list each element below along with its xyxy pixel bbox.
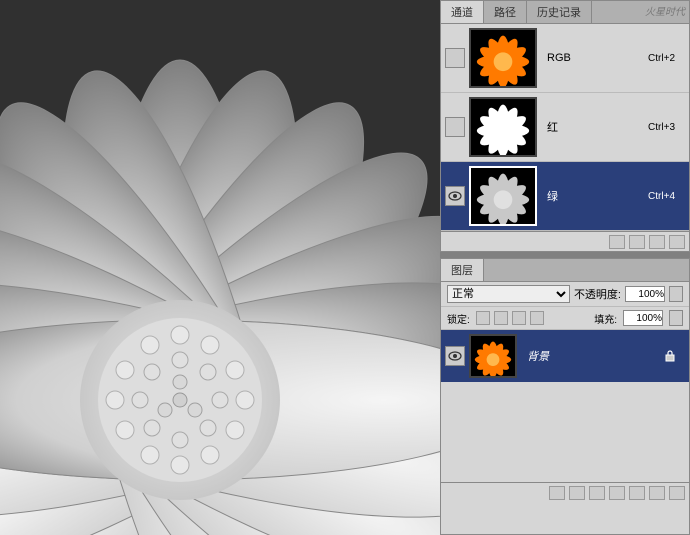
layers-footer [441, 482, 689, 502]
opacity-label: 不透明度: [574, 286, 621, 302]
lock-label: 锁定: [447, 311, 470, 326]
delete-channel-icon[interactable] [669, 235, 685, 249]
group-icon[interactable] [629, 486, 645, 500]
layer-style-icon[interactable] [569, 486, 585, 500]
channel-shortcut: Ctrl+4 [648, 191, 675, 202]
load-selection-icon[interactable] [609, 235, 625, 249]
channel-thumb-red [469, 97, 537, 157]
fill-arrow-icon[interactable] [669, 310, 683, 326]
tab-paths[interactable]: 路径 [484, 1, 527, 23]
channel-name: 红 [547, 119, 648, 135]
eye-icon [448, 191, 462, 201]
tab-history[interactable]: 历史记录 [527, 1, 592, 23]
lock-transparency-icon[interactable] [476, 311, 490, 325]
layer-name: 背景 [527, 348, 663, 364]
lock-position-icon[interactable] [512, 311, 526, 325]
delete-layer-icon[interactable] [669, 486, 685, 500]
adjustment-layer-icon[interactable] [609, 486, 625, 500]
channels-footer [441, 231, 689, 251]
channel-thumb-rgb [469, 28, 537, 88]
lock-image-icon[interactable] [494, 311, 508, 325]
link-layers-icon[interactable] [549, 486, 565, 500]
fill-input[interactable] [623, 310, 663, 326]
lock-icon [663, 349, 677, 363]
flower-image-grayscale [0, 0, 440, 535]
visibility-toggle[interactable] [445, 117, 465, 137]
channel-name: 绿 [547, 188, 648, 204]
layer-mask-icon[interactable] [589, 486, 605, 500]
lock-all-icon[interactable] [530, 311, 544, 325]
visibility-toggle[interactable] [445, 48, 465, 68]
channel-row-rgb[interactable]: RGB Ctrl+2 [441, 24, 689, 93]
channels-panel: 通道 路径 历史记录 火星时代 RGB Ctrl+2 [440, 0, 690, 252]
tab-channels[interactable]: 通道 [441, 1, 484, 23]
visibility-toggle[interactable] [445, 186, 465, 206]
channel-name: RGB [547, 52, 648, 64]
visibility-toggle[interactable] [445, 346, 465, 366]
opacity-arrow-icon[interactable] [669, 286, 683, 302]
blend-mode-select[interactable]: 正常 [447, 285, 570, 303]
opacity-input[interactable] [625, 286, 665, 302]
watermark-text: 火星时代 [645, 3, 685, 18]
channel-shortcut: Ctrl+2 [648, 53, 675, 64]
save-selection-icon[interactable] [629, 235, 645, 249]
eye-icon [448, 351, 462, 361]
channel-row-red[interactable]: 红 Ctrl+3 [441, 93, 689, 162]
layers-tab-bar: 图层 [441, 259, 689, 282]
channel-shortcut: Ctrl+3 [648, 122, 675, 133]
channel-thumb-green [469, 166, 537, 226]
layer-empty-area[interactable] [441, 382, 689, 482]
layer-row-background[interactable]: 背景 [441, 330, 689, 382]
layers-panel: 图层 正常 不透明度: 锁定: 填充: [440, 258, 690, 535]
tab-layers[interactable]: 图层 [441, 259, 484, 281]
channel-row-green[interactable]: 绿 Ctrl+4 [441, 162, 689, 231]
channels-tab-bar: 通道 路径 历史记录 火星时代 [441, 1, 689, 24]
new-layer-icon[interactable] [649, 486, 665, 500]
fill-label: 填充: [594, 311, 617, 326]
canvas-viewport[interactable] [0, 0, 440, 535]
layer-thumb [469, 334, 517, 378]
new-channel-icon[interactable] [649, 235, 665, 249]
